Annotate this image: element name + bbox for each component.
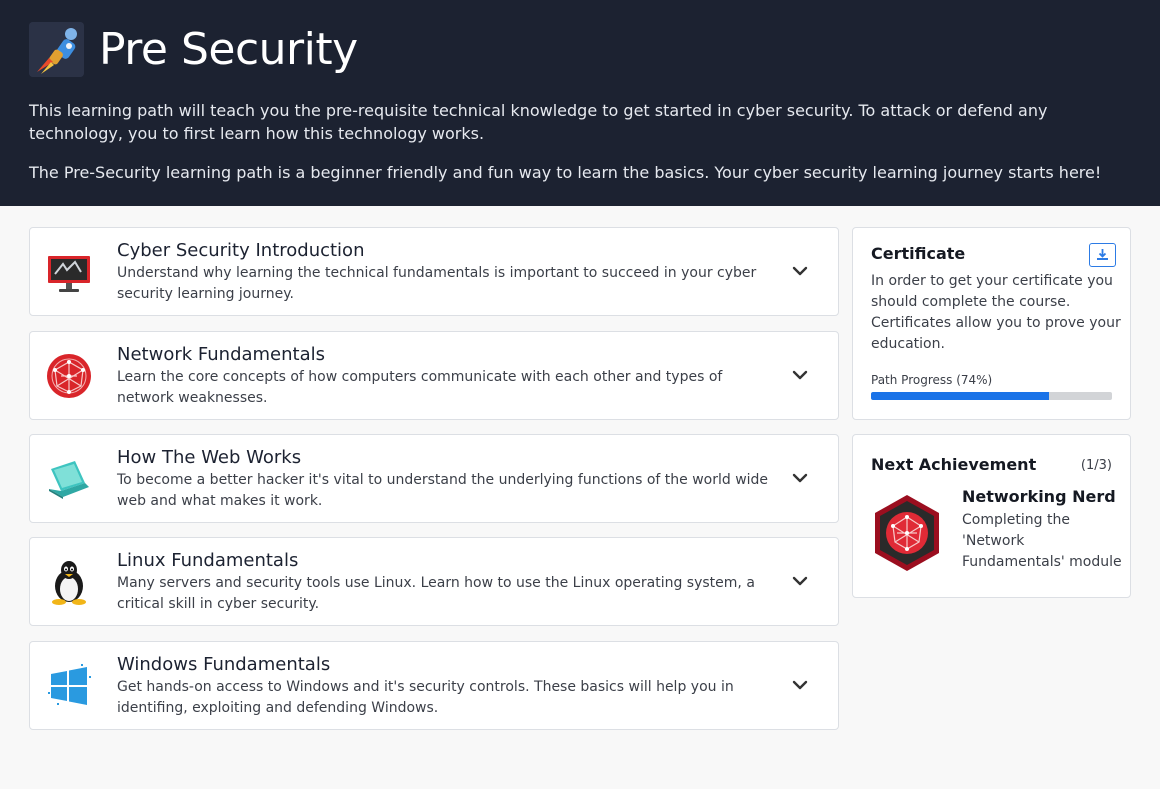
module-card-how-the-web-works[interactable]: How The Web Works To become a better hac… — [29, 434, 839, 523]
network-globe-icon — [45, 352, 93, 400]
path-progress-fill — [871, 392, 1050, 400]
module-description: Learn the core concepts of how computers… — [117, 369, 723, 406]
next-achievement-card: Next Achievement (1/3) Networking Nerd C… — [852, 434, 1131, 598]
module-title: Cyber Security Introduction — [117, 240, 365, 261]
module-title: Windows Fundamentals — [117, 654, 331, 675]
path-header: Pre Security This learning path will tea… — [0, 0, 1160, 206]
tux-penguin-icon — [45, 558, 93, 606]
network-badge-icon[interactable] — [871, 493, 943, 573]
module-card-linux-fundamentals[interactable]: Linux Fundamentals Many servers and secu… — [29, 537, 839, 626]
module-description: To become a better hacker it's vital to … — [117, 472, 769, 509]
path-description: This learning path will teach you the pr… — [29, 101, 1048, 143]
module-title: Linux Fundamentals — [117, 550, 299, 571]
download-icon — [1096, 246, 1109, 265]
achievement-description: Completing the 'Network Fundamentals' mo… — [962, 512, 1122, 570]
achievement-name: Networking Nerd — [962, 487, 1116, 506]
path-progress-bar — [871, 392, 1112, 400]
astronaut-rocket-icon — [29, 22, 84, 77]
monitor-icon — [45, 248, 93, 296]
windows-logo-icon — [45, 662, 93, 710]
chevron-down-icon[interactable] — [790, 261, 810, 281]
chevron-down-icon[interactable] — [790, 675, 810, 695]
module-title: How The Web Works — [117, 447, 302, 468]
download-certificate-button[interactable] — [1089, 243, 1116, 267]
laptop-icon — [45, 455, 93, 503]
certificate-text: In order to get your certificate you sho… — [871, 273, 1121, 352]
page-title: Pre Security — [99, 24, 358, 75]
module-card-network-fundamentals[interactable]: Network Fundamentals Learn the core conc… — [29, 331, 839, 420]
path-intro: The Pre-Security learning path is a begi… — [29, 163, 1102, 182]
achievement-count: (1/3) — [1080, 458, 1112, 473]
certificate-title: Certificate — [871, 244, 966, 263]
path-progress-label: Path Progress (74%) — [871, 373, 993, 387]
chevron-down-icon[interactable] — [790, 468, 810, 488]
module-card-cyber-security-intro[interactable]: Cyber Security Introduction Understand w… — [29, 227, 839, 316]
chevron-down-icon[interactable] — [790, 365, 810, 385]
module-title: Network Fundamentals — [117, 344, 326, 365]
module-description: Many servers and security tools use Linu… — [117, 575, 755, 612]
module-description: Get hands-on access to Windows and it's … — [117, 679, 734, 716]
achievement-title: Next Achievement — [871, 455, 1037, 474]
module-description: Understand why learning the technical fu… — [117, 265, 757, 302]
module-card-windows-fundamentals[interactable]: Windows Fundamentals Get hands-on access… — [29, 641, 839, 730]
certificate-card: Certificate In order to get your certifi… — [852, 227, 1131, 420]
chevron-down-icon[interactable] — [790, 571, 810, 591]
